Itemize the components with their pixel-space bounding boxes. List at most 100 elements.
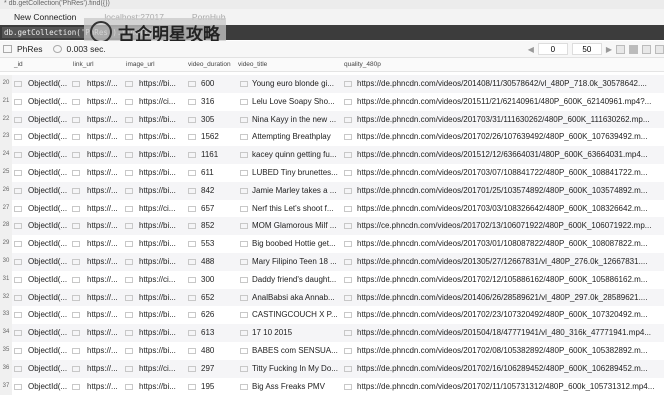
cell-video-title[interactable]: 17 10 2015 — [252, 324, 292, 342]
cell-video-title[interactable]: CASTINGCOUCH X P... — [252, 306, 338, 324]
tree-view-icon[interactable] — [616, 44, 625, 54]
table-row[interactable]: 25 ObjectId(... https://... https://bi... 61… — [0, 163, 664, 182]
cell-id[interactable]: ObjectId(... — [28, 235, 67, 253]
cell-image-url[interactable]: https://ci... — [139, 360, 175, 378]
cell-link-url[interactable]: https://... — [87, 111, 118, 129]
cell-image-url[interactable]: https://bi... — [139, 289, 176, 307]
limit-input[interactable] — [571, 43, 602, 55]
cell-image-url[interactable]: https://bi... — [139, 182, 176, 200]
table-row[interactable]: 23 ObjectId(... https://... https://bi... 15… — [0, 128, 664, 147]
cell-quality-480p[interactable]: https://ce.phncdn.com/videos/201702/13/1… — [357, 217, 651, 235]
table-row[interactable]: 26 ObjectId(... https://... https://bi... 84… — [0, 181, 664, 200]
col-quality-480p[interactable]: quality_480p — [344, 61, 381, 68]
cell-link-url[interactable]: https://... — [87, 289, 118, 307]
cell-video-title[interactable]: Big boobed Hottie get... — [252, 235, 336, 253]
table-row[interactable]: 24 ObjectId(... https://... https://bi... 11… — [0, 146, 664, 164]
cell-quality-480p[interactable]: https://de.phncdn.com/videos/201512/12/6… — [357, 146, 647, 164]
cell-video-duration[interactable]: 297 — [201, 360, 214, 378]
cell-link-url[interactable]: https://... — [87, 378, 118, 396]
cell-video-title[interactable]: Titty Fucking In My Do... — [252, 360, 338, 378]
cell-link-url[interactable]: https://... — [87, 324, 118, 342]
cell-link-url[interactable]: https://... — [87, 128, 118, 146]
cell-video-duration[interactable]: 626 — [201, 306, 214, 324]
cell-video-duration[interactable]: 553 — [201, 235, 214, 253]
table-row[interactable]: 31 ObjectId(... https://... https://ci... 30… — [0, 270, 664, 289]
table-row[interactable]: 20 ObjectId(... https://... https://bi... 60… — [0, 75, 664, 93]
cell-video-duration[interactable]: 652 — [201, 289, 214, 307]
cell-id[interactable]: ObjectId(... — [28, 324, 67, 342]
table-row[interactable]: 22 ObjectId(... https://... https://bi... 30… — [0, 110, 664, 129]
table-row[interactable]: 29 ObjectId(... https://... https://bi... 55… — [0, 235, 664, 253]
cell-video-title[interactable]: Attempting Breathplay — [252, 128, 331, 146]
table-row[interactable]: 21 ObjectId(... https://... https://ci... 31… — [0, 92, 664, 111]
cell-id[interactable]: ObjectId(... — [28, 75, 67, 93]
export-icon[interactable] — [655, 44, 664, 54]
cell-link-url[interactable]: https://... — [87, 75, 118, 93]
cell-quality-480p[interactable]: https://de.phncdn.com/videos/201702/16/1… — [357, 360, 647, 378]
cell-quality-480p[interactable]: https://de.phncdn.com/videos/201702/23/1… — [357, 306, 647, 324]
cell-video-duration[interactable]: 657 — [201, 200, 214, 218]
cell-id[interactable]: ObjectId(... — [28, 360, 67, 378]
cell-image-url[interactable]: https://ci... — [139, 271, 175, 289]
cell-id[interactable]: ObjectId(... — [28, 164, 67, 182]
cell-video-duration[interactable]: 842 — [201, 182, 214, 200]
cell-image-url[interactable]: https://bi... — [139, 324, 176, 342]
cell-quality-480p[interactable]: https://de.phncdn.com/videos/201511/21/6… — [357, 93, 651, 111]
cell-quality-480p[interactable]: https://de.phncdn.com/videos/201702/26/1… — [357, 128, 647, 146]
cell-video-title[interactable]: LUBED Tiny brunettes... — [252, 164, 338, 182]
prev-page-icon[interactable]: ◀ — [528, 45, 534, 54]
table-row[interactable]: 28 ObjectId(... https://... https://bi... 85… — [0, 217, 664, 236]
cell-id[interactable]: ObjectId(... — [28, 253, 67, 271]
cell-video-title[interactable]: Lelu Love Soapy Sho... — [252, 93, 335, 111]
cell-video-duration[interactable]: 1562 — [201, 128, 219, 146]
cell-video-title[interactable]: Jamie Marley takes a ... — [252, 182, 336, 200]
cell-id[interactable]: ObjectId(... — [28, 200, 67, 218]
cell-link-url[interactable]: https://... — [87, 253, 118, 271]
cell-quality-480p[interactable]: https://de.phncdn.com/videos/201703/03/1… — [357, 200, 647, 218]
cell-link-url[interactable]: https://... — [87, 342, 118, 360]
cell-video-title[interactable]: MOM Glamorous Milf ... — [252, 217, 336, 235]
cell-id[interactable]: ObjectId(... — [28, 93, 67, 111]
cell-id[interactable]: ObjectId(... — [28, 306, 67, 324]
cell-id[interactable]: ObjectId(... — [28, 111, 67, 129]
skip-input[interactable] — [537, 43, 568, 55]
cell-image-url[interactable]: https://bi... — [139, 378, 176, 396]
next-page-icon[interactable]: ▶ — [606, 45, 612, 54]
cell-video-title[interactable]: Big Ass Freaks PMV — [252, 378, 325, 396]
cell-video-title[interactable]: BABES com SENSUA... — [252, 342, 338, 360]
cell-video-duration[interactable]: 305 — [201, 111, 214, 129]
cell-id[interactable]: ObjectId(... — [28, 217, 67, 235]
cell-link-url[interactable]: https://... — [87, 182, 118, 200]
table-row[interactable]: 33 ObjectId(... https://... https://bi... 62… — [0, 306, 664, 325]
cell-id[interactable]: ObjectId(... — [28, 182, 67, 200]
cell-link-url[interactable]: https://... — [87, 93, 118, 111]
cell-quality-480p[interactable]: https://de.phncdn.com/videos/201408/11/3… — [357, 75, 647, 93]
cell-quality-480p[interactable]: https://de.phncdn.com/videos/201504/18/4… — [357, 324, 651, 342]
cell-video-duration[interactable]: 611 — [201, 164, 214, 182]
cell-id[interactable]: ObjectId(... — [28, 378, 67, 396]
cell-quality-480p[interactable]: https://de.phncdn.com/videos/201702/11/1… — [357, 378, 654, 396]
cell-video-duration[interactable]: 488 — [201, 253, 214, 271]
cell-id[interactable]: ObjectId(... — [28, 271, 67, 289]
col-link-url[interactable]: link_url — [73, 61, 94, 68]
col-id[interactable]: _id — [14, 61, 23, 68]
cell-video-duration[interactable]: 852 — [201, 217, 214, 235]
cell-link-url[interactable]: https://... — [87, 146, 118, 164]
cell-video-duration[interactable]: 480 — [201, 342, 214, 360]
table-view-icon[interactable] — [629, 44, 638, 54]
cell-quality-480p[interactable]: https://de.phncdn.com/videos/201703/31/1… — [357, 111, 650, 129]
cell-video-duration[interactable]: 300 — [201, 271, 214, 289]
cell-video-duration[interactable]: 600 — [201, 75, 214, 93]
cell-image-url[interactable]: https://bi... — [139, 164, 176, 182]
cell-id[interactable]: ObjectId(... — [28, 289, 67, 307]
cell-video-title[interactable]: Nina Kayy in the new ... — [252, 111, 336, 129]
cell-quality-480p[interactable]: https://de.phncdn.com/videos/201406/26/2… — [357, 289, 647, 307]
cell-video-duration[interactable]: 1161 — [201, 146, 218, 164]
cell-image-url[interactable]: https://bi... — [139, 111, 176, 129]
col-image-url[interactable]: image_url — [126, 61, 155, 68]
cell-link-url[interactable]: https://... — [87, 360, 118, 378]
table-row[interactable]: 27 ObjectId(... https://... https://ci... 65… — [0, 199, 664, 218]
table-row[interactable]: 36 ObjectId(... https://... https://ci... 29… — [0, 359, 664, 378]
cell-video-title[interactable]: kacey quinn getting fu... — [252, 146, 337, 164]
cell-image-url[interactable]: https://bi... — [139, 253, 176, 271]
